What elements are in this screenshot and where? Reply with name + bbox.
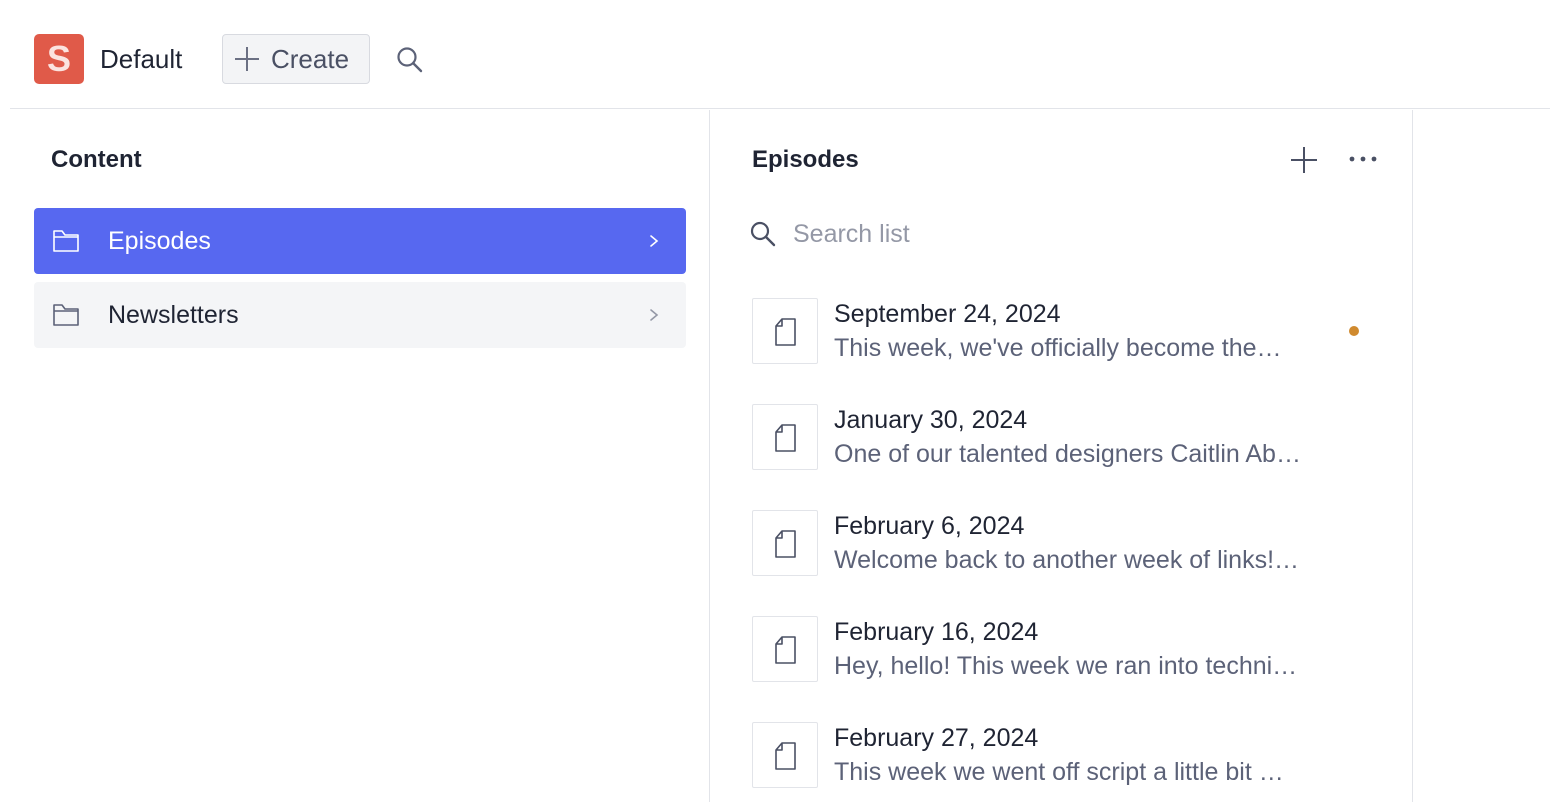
workspace-logo-letter: S: [46, 38, 71, 79]
document-thumbnail: [752, 616, 818, 682]
document-subtitle: Welcome back to another week of links!…: [834, 546, 1300, 574]
document-list-item[interactable]: February 16, 2024 Hey, hello! This week …: [752, 616, 1372, 696]
document-title: February 27, 2024: [834, 724, 1039, 752]
document-title: February 16, 2024: [834, 618, 1039, 646]
document-title: September 24, 2024: [834, 300, 1061, 328]
workspace-logo[interactable]: S: [34, 34, 84, 84]
plus-icon: [235, 47, 259, 71]
document-list-item[interactable]: January 30, 2024 One of our talented des…: [752, 404, 1372, 484]
content-item-newsletters[interactable]: Newsletters: [34, 282, 686, 348]
document-icon: [775, 530, 796, 558]
add-document-icon[interactable]: [1289, 145, 1319, 175]
more-options-icon[interactable]: [1347, 146, 1379, 172]
document-title: February 6, 2024: [834, 512, 1025, 540]
document-subtitle: This week, we've officially become the…: [834, 334, 1282, 362]
document-icon: [775, 742, 796, 770]
search-icon: [750, 221, 776, 247]
workspace-name[interactable]: Default: [100, 44, 182, 75]
content-item-label: Episodes: [108, 227, 211, 255]
content-pane: Content Episodes Newsletters: [10, 110, 710, 802]
document-subtitle: One of our talented designers Caitlin Ab…: [834, 440, 1301, 468]
content-item-episodes[interactable]: Episodes: [34, 208, 686, 274]
episodes-pane-title: Episodes: [752, 146, 859, 173]
search-list-input[interactable]: [793, 216, 1353, 252]
document-list-item[interactable]: February 27, 2024 This week we went off …: [752, 722, 1372, 802]
content-pane-title: Content: [51, 146, 142, 173]
chevron-right-icon: [650, 309, 659, 321]
folder-icon: [53, 230, 79, 252]
document-list-item[interactable]: February 6, 2024 Welcome back to another…: [752, 510, 1372, 590]
document-list-item[interactable]: September 24, 2024 This week, we've offi…: [752, 298, 1372, 378]
document-subtitle: Hey, hello! This week we ran into techni…: [834, 652, 1298, 680]
content-item-label: Newsletters: [108, 301, 239, 329]
create-button[interactable]: Create: [222, 34, 370, 84]
chevron-right-icon: [650, 235, 659, 247]
create-button-label: Create: [271, 43, 350, 74]
document-thumbnail: [752, 510, 818, 576]
document-thumbnail: [752, 404, 818, 470]
search-icon[interactable]: [395, 45, 425, 75]
list-search[interactable]: [747, 214, 1367, 254]
status-dot: [1349, 326, 1359, 336]
document-icon: [775, 636, 796, 664]
document-subtitle: This week we went off script a little bi…: [834, 758, 1284, 786]
document-icon: [775, 424, 796, 452]
document-icon: [775, 318, 796, 346]
episodes-pane: Episodes September 24, 2024 This week, w…: [711, 110, 1413, 802]
top-navigation-bar: S Default Create: [10, 0, 1550, 109]
document-title: January 30, 2024: [834, 406, 1028, 434]
folder-icon: [53, 304, 79, 326]
document-thumbnail: [752, 298, 818, 364]
document-thumbnail: [752, 722, 818, 788]
